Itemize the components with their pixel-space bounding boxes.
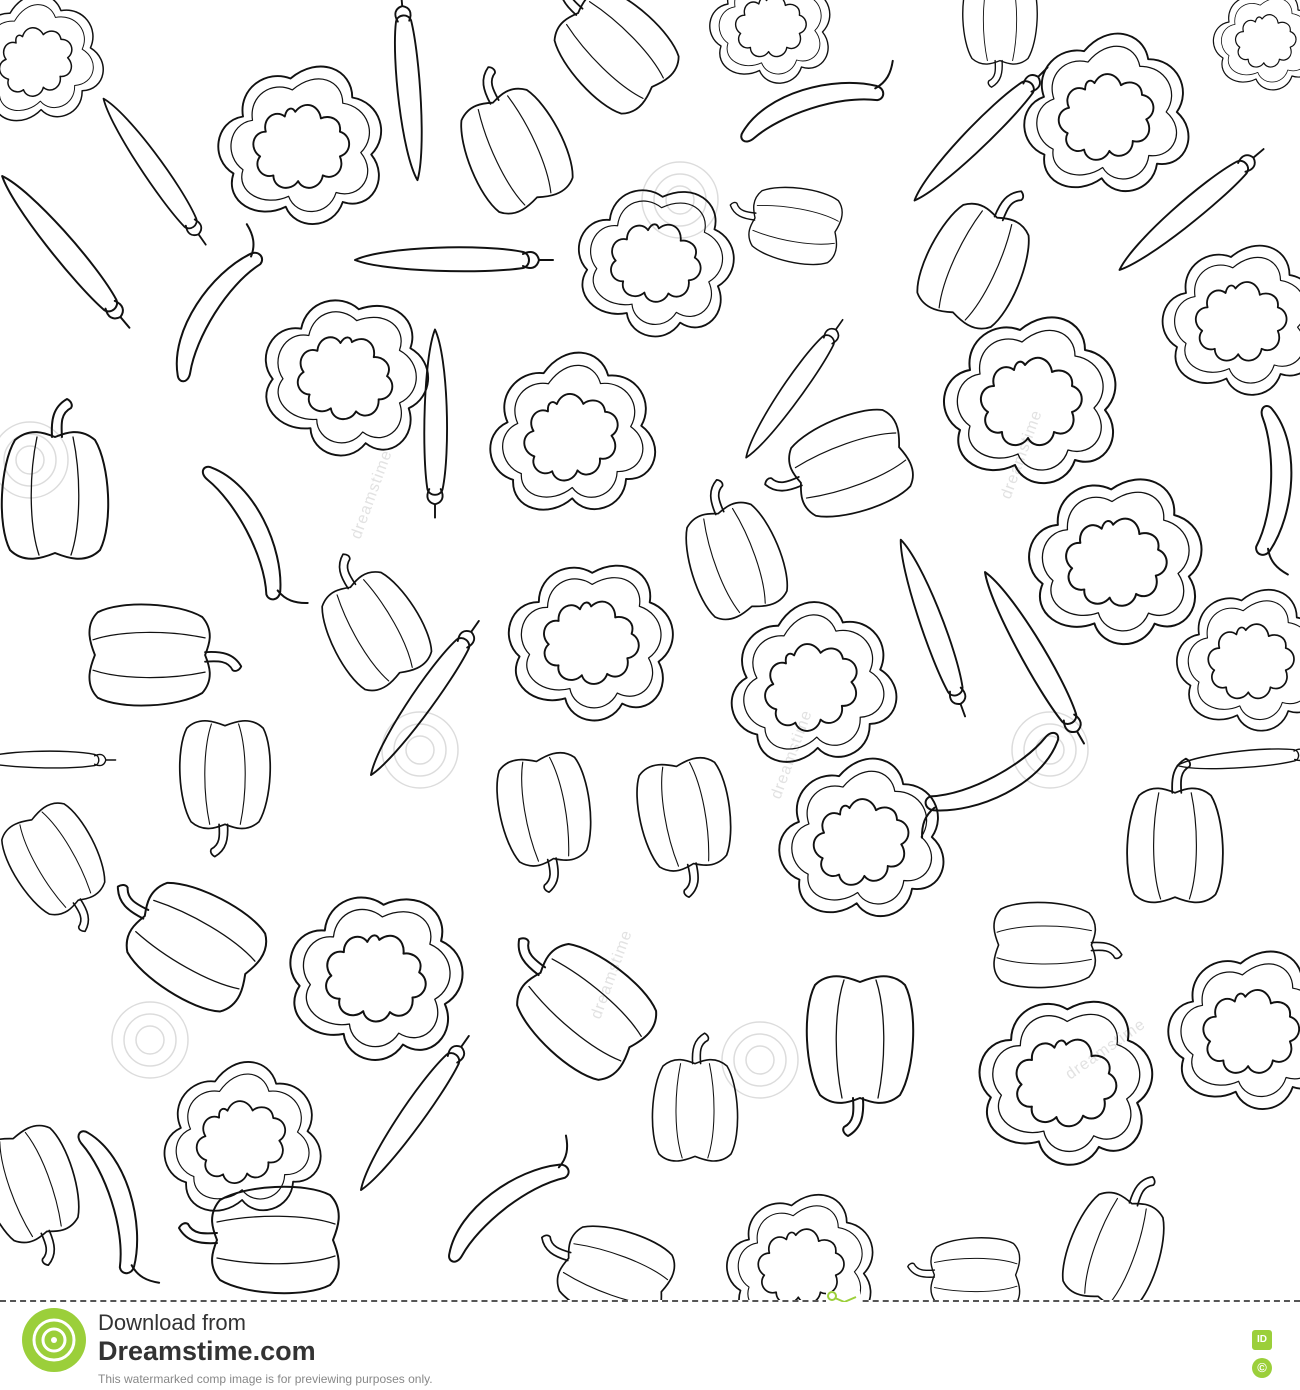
bell-pepper-icon xyxy=(0,1117,102,1278)
bell-pepper-icon xyxy=(476,906,670,1093)
site-name-link[interactable]: Dreamstime.com xyxy=(98,1336,316,1367)
pepper-slice-icon xyxy=(705,582,915,789)
pepper-slice-icon xyxy=(145,1047,335,1234)
bell-pepper-icon xyxy=(630,752,745,905)
bell-pepper-icon xyxy=(907,1237,1021,1300)
watermark-text: dreamstime xyxy=(348,448,396,542)
bell-pepper-icon xyxy=(1126,757,1224,904)
id-badge-icon: ID xyxy=(1252,1330,1272,1350)
bell-pepper-icon xyxy=(0,793,132,949)
download-footer: Download from Dreamstime.com This waterm… xyxy=(0,1302,1300,1390)
bell-pepper-icon xyxy=(178,1185,340,1295)
chili-pepper-icon xyxy=(424,1134,595,1265)
bell-pepper-icon xyxy=(84,849,278,1024)
pepper-slice-icon xyxy=(1167,950,1300,1110)
watermark-swirl-icon xyxy=(111,1001,189,1079)
chili-pepper-icon xyxy=(1175,743,1300,775)
bell-pepper-icon xyxy=(294,535,443,701)
chili-pepper-icon xyxy=(354,246,554,273)
pepper-pattern: dreamstime dreamstime dreamstime dreamst… xyxy=(0,0,1300,1300)
chili-pepper-icon xyxy=(902,730,1076,839)
chili-pepper-icon xyxy=(1110,138,1272,280)
pepper-slice-icon xyxy=(942,316,1117,485)
watermark-swirl-icon xyxy=(1011,711,1089,789)
pepper-slice-icon xyxy=(494,547,685,733)
bell-pepper-icon xyxy=(993,901,1123,989)
chili-pepper-icon xyxy=(0,166,141,336)
bell-pepper-icon xyxy=(519,0,691,126)
pepper-slice-icon xyxy=(269,871,480,1079)
pepper-slice-icon xyxy=(1161,244,1300,396)
bell-pepper-icon xyxy=(962,0,1038,88)
pepper-slice-icon xyxy=(709,0,831,84)
chili-pepper-icon xyxy=(0,750,117,769)
download-label: Download from xyxy=(98,1310,246,1335)
pepper-slice-icon xyxy=(240,272,450,478)
bell-pepper-icon xyxy=(522,1203,683,1300)
chili-pepper-icon xyxy=(350,1028,479,1198)
watermark-text: dreamstime xyxy=(998,408,1046,502)
chili-pepper-icon xyxy=(388,0,430,183)
pepper-slice-icon xyxy=(1009,22,1200,208)
copyright-icon: © xyxy=(1252,1358,1272,1378)
watermark-text: dreamstime xyxy=(1063,1016,1149,1084)
bell-pepper-icon xyxy=(490,747,605,900)
pepper-slice-icon xyxy=(764,747,955,933)
chili-pepper-icon xyxy=(905,57,1057,209)
dreamstime-logo-icon[interactable] xyxy=(22,1308,86,1372)
watermark-swirl-icon xyxy=(0,421,69,499)
chili-pepper-icon xyxy=(76,1121,161,1294)
watermark-swirl-icon xyxy=(721,1021,799,1099)
pepper-slice-icon xyxy=(469,337,670,534)
bell-pepper-icon xyxy=(178,719,272,858)
chili-pepper-icon xyxy=(1233,404,1300,576)
pattern-canvas: dreamstime dreamstime dreamstime dreamst… xyxy=(0,0,1300,1300)
pepper-slice-icon xyxy=(726,1193,874,1300)
bell-pepper-icon xyxy=(751,399,922,541)
chili-pepper-icon xyxy=(974,564,1096,751)
bell-pepper-icon xyxy=(88,603,243,707)
pepper-slice-icon xyxy=(1176,588,1300,732)
pepper-slice-icon xyxy=(0,0,118,142)
chili-pepper-icon xyxy=(423,328,448,519)
bell-pepper-icon xyxy=(663,467,797,628)
chili-pepper-icon xyxy=(200,449,309,623)
preview-notice: This watermarked comp image is for previ… xyxy=(98,1372,433,1386)
bell-pepper-icon xyxy=(0,398,110,560)
bell-pepper-icon xyxy=(805,975,915,1137)
chili-pepper-icon xyxy=(94,91,216,252)
chili-pepper-icon xyxy=(889,534,978,722)
pepper-slice-icon xyxy=(1021,469,1209,652)
pepper-slice-icon xyxy=(217,65,383,225)
chili-pepper-icon xyxy=(731,59,904,144)
bell-pepper-icon xyxy=(1053,1157,1187,1300)
bell-pepper-icon xyxy=(434,50,584,224)
watermark-text: dreamstime xyxy=(588,928,636,1022)
pepper-slice-icon xyxy=(964,982,1165,1178)
chili-pepper-icon xyxy=(360,613,489,783)
bell-pepper-icon xyxy=(721,175,847,271)
pepper-slice-icon xyxy=(1212,0,1300,91)
chili-pepper-icon xyxy=(736,312,852,465)
bell-pepper-icon xyxy=(651,1032,739,1162)
